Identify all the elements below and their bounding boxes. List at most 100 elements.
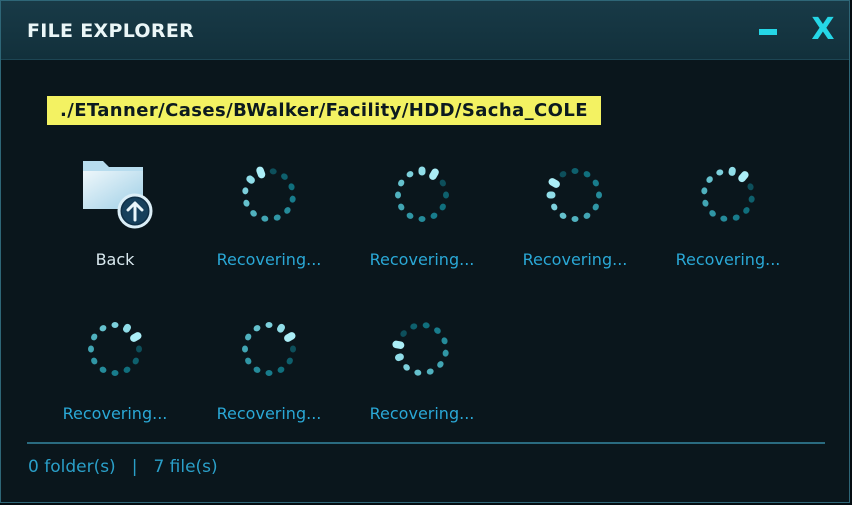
spinner-segment (395, 353, 404, 362)
spinner-segment (281, 173, 288, 180)
spinner-segment (284, 207, 291, 214)
spinner-segment (286, 357, 293, 365)
spinner-segment (261, 215, 269, 222)
spinner-segment (395, 191, 401, 199)
spinner-segment (548, 178, 560, 188)
spinner-segment (250, 210, 257, 217)
spinner-segment (91, 357, 98, 365)
recovering-file-item[interactable]: Recovering... (53, 311, 177, 441)
spinner-segment (592, 203, 599, 211)
spinner-segment (414, 369, 422, 376)
close-button[interactable]: X (809, 13, 837, 47)
loading-spinner-icon (242, 322, 296, 376)
spinner-segment (398, 203, 405, 211)
spinner-segment (400, 330, 407, 337)
spinner-segment (748, 195, 755, 203)
minimize-button[interactable] (759, 29, 777, 35)
spinner-segment (288, 183, 295, 191)
spinner-segment (716, 169, 724, 176)
spinner-segment (706, 176, 713, 183)
loading-spinner-icon (392, 322, 449, 376)
spinner-segment (592, 179, 599, 187)
recovering-file-item[interactable]: Recovering... (207, 311, 331, 441)
spinner-segment (434, 327, 441, 334)
spinner-segment (284, 332, 296, 342)
spinner-segment (430, 212, 438, 219)
file-count: 7 file(s) (153, 457, 218, 477)
spinner-segment (277, 323, 285, 333)
spinner-segment (442, 349, 449, 357)
recovering-file-item[interactable]: Recovering... (207, 157, 331, 287)
spinner-segment (443, 191, 449, 199)
spinner-segment (406, 212, 414, 219)
item-label: Recovering... (675, 250, 781, 269)
spinner-segment (111, 322, 119, 328)
spinner-segment (437, 361, 444, 368)
item-label: Recovering... (216, 250, 322, 269)
spinner-segment (551, 203, 558, 211)
spinner-segment (429, 168, 439, 180)
spinner-segment (441, 337, 448, 345)
title-bar[interactable]: FILE EXPLORER X (1, 1, 849, 60)
spinner-segment (410, 323, 418, 330)
spinner-segment (123, 323, 131, 333)
spinner-segment (583, 212, 591, 219)
spinner-segment (242, 187, 249, 195)
spinner-segment (702, 199, 709, 207)
spinner-segment (253, 325, 261, 332)
back-folder-item[interactable]: Back (53, 157, 177, 287)
spinner-segment (701, 187, 708, 195)
spinner-segment (571, 168, 579, 174)
spinner-segment (111, 370, 119, 376)
spinner-segment (136, 345, 142, 353)
recovering-file-item[interactable]: Recovering... (513, 157, 637, 287)
item-label: Recovering... (369, 404, 475, 423)
spinner-segment (418, 216, 426, 222)
spinner-segment (732, 214, 740, 221)
loading-spinner-icon (395, 166, 449, 222)
spinner-segment (583, 171, 591, 178)
path-bar: ./ETanner/Cases/BWalker/Facility/HDD/Sac… (47, 96, 601, 125)
spinner-segment (123, 366, 131, 373)
spinner-segment (439, 203, 446, 211)
spinner-segment (596, 191, 602, 199)
spinner-segment (277, 366, 285, 373)
item-label: Recovering... (62, 404, 168, 423)
spinner-segment (422, 322, 430, 329)
folder-up-icon (83, 161, 153, 229)
spinner-segment (720, 215, 728, 222)
spinner-segment (273, 214, 281, 221)
item-label: Recovering... (369, 250, 475, 269)
spinner-segment (245, 333, 252, 341)
spinner-segment (398, 179, 405, 187)
loading-spinner-icon (701, 166, 755, 222)
spinner-segment (571, 216, 579, 222)
spinner-segment (243, 199, 250, 207)
file-explorer-window: FILE EXPLORER X ./ETanner/Cases/BWalker/… (0, 0, 850, 503)
spinner-segment (406, 171, 414, 178)
spinner-segment (289, 195, 296, 203)
window-title: FILE EXPLORER (27, 20, 195, 42)
loading-spinner-icon (88, 322, 142, 376)
spinner-segment (130, 332, 142, 342)
spinner-segment (99, 325, 107, 332)
item-label: Back (95, 250, 135, 269)
recovering-file-item[interactable]: Recovering... (666, 157, 790, 287)
recovering-file-item[interactable]: Recovering... (360, 157, 484, 287)
status-bar: 0 folder(s) | 7 file(s) (28, 457, 218, 477)
spinner-segment (253, 366, 261, 373)
item-label: Recovering... (216, 404, 322, 423)
loading-spinner-icon (546, 168, 602, 222)
spinner-segment (709, 210, 716, 217)
spinner-segment (265, 370, 273, 376)
spinner-segment (290, 345, 296, 353)
spinner-segment (559, 212, 567, 219)
spinner-segment (426, 368, 434, 375)
spinner-segment (392, 340, 405, 349)
spinner-segment (403, 364, 410, 371)
recovering-file-item[interactable]: Recovering... (360, 311, 484, 441)
spinner-segment (91, 333, 98, 341)
spinner-segment (747, 183, 754, 191)
footer-divider (27, 442, 825, 444)
spinner-segment (439, 179, 446, 187)
